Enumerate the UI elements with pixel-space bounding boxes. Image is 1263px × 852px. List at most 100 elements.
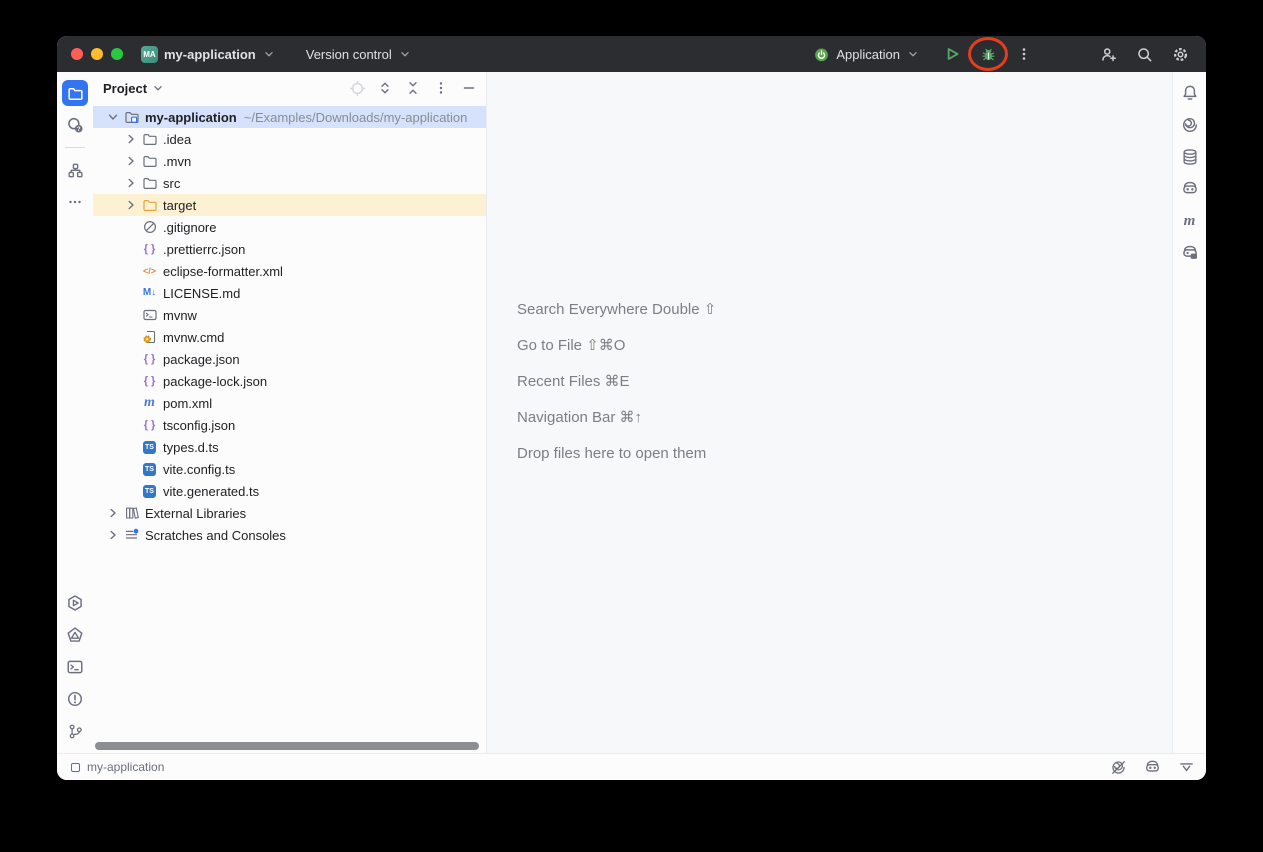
chevron-spacer xyxy=(123,395,139,411)
status-project-label[interactable]: my-application xyxy=(87,760,164,774)
structure-icon xyxy=(67,162,84,179)
folder-icon xyxy=(141,175,158,191)
tree-row[interactable]: mvnw xyxy=(93,304,486,326)
tree-row[interactable]: Scratches and Consoles xyxy=(93,524,486,546)
ai-assistant-status-button[interactable] xyxy=(1108,757,1128,777)
tree-row[interactable]: M↓LICENSE.md xyxy=(93,282,486,304)
more-tool-windows-button[interactable] xyxy=(62,189,88,215)
copilot-status-button[interactable] xyxy=(1142,757,1162,777)
commit-tool-window-button[interactable]: ? xyxy=(62,112,88,138)
more-actions-button[interactable] xyxy=(1010,40,1038,68)
project-status-icon xyxy=(71,763,80,772)
tree-item-label: package-lock.json xyxy=(163,374,267,389)
tree-row[interactable]: { }.prettierrc.json xyxy=(93,238,486,260)
run-configuration-widget[interactable]: Application xyxy=(805,42,928,67)
structure-tool-window-button[interactable] xyxy=(62,157,88,183)
tree-row[interactable]: my-application~/Examples/Downloads/my-ap… xyxy=(93,106,486,128)
tree-item-label: External Libraries xyxy=(145,506,246,521)
scratches-icon xyxy=(123,527,140,543)
chevron-down-icon[interactable] xyxy=(105,109,121,125)
tree-row[interactable]: { }tsconfig.json xyxy=(93,414,486,436)
tree-item-label: src xyxy=(163,176,180,191)
tree-row[interactable]: </>eclipse-formatter.xml xyxy=(93,260,486,282)
notifications-button[interactable] xyxy=(1178,81,1202,105)
collapse-all-button[interactable] xyxy=(402,77,424,99)
chevron-spacer xyxy=(123,461,139,477)
tree-item-label: package.json xyxy=(163,352,240,367)
code-with-me-button[interactable] xyxy=(1094,40,1122,68)
project-tree: my-application~/Examples/Downloads/my-ap… xyxy=(93,104,486,753)
vcs-widget[interactable]: Version control xyxy=(298,43,420,66)
ide-window: MA my-application Version control Applic… xyxy=(57,36,1206,780)
run-button[interactable] xyxy=(938,40,966,68)
tree-row[interactable]: { }package.json xyxy=(93,348,486,370)
panel-options-button[interactable] xyxy=(430,77,452,99)
chevron-spacer xyxy=(123,241,139,257)
tree-item-label: .prettierrc.json xyxy=(163,242,245,257)
settings-button[interactable] xyxy=(1166,40,1194,68)
chevron-right-icon[interactable] xyxy=(105,505,121,521)
window-controls xyxy=(71,48,123,60)
project-folder-icon xyxy=(123,109,140,125)
editor-empty-area[interactable]: Search Everywhere Double ⇧Go to File ⇧⌘O… xyxy=(487,72,1172,753)
problems-tool-window-button[interactable] xyxy=(62,686,88,712)
database-button[interactable] xyxy=(1178,145,1202,169)
terminal-icon xyxy=(66,658,84,676)
copilot-icon xyxy=(1144,759,1161,776)
folder-icon xyxy=(141,153,158,169)
tree-row[interactable]: TSvite.config.ts xyxy=(93,458,486,480)
copilot-chat-button[interactable] xyxy=(1178,241,1202,265)
minimize-window-button[interactable] xyxy=(91,48,103,60)
svg-text:?: ? xyxy=(77,127,81,133)
tree-row[interactable]: TStypes.d.ts xyxy=(93,436,486,458)
tree-row[interactable]: External Libraries xyxy=(93,502,486,524)
tree-row[interactable]: target xyxy=(93,194,486,216)
tree-item-label: eclipse-formatter.xml xyxy=(163,264,283,279)
tree-row[interactable]: TSvite.generated.ts xyxy=(93,480,486,502)
maximize-window-button[interactable] xyxy=(111,48,123,60)
terminal-tool-window-button[interactable] xyxy=(62,654,88,680)
tree-item-label: mvnw.cmd xyxy=(163,330,224,345)
tree-row[interactable]: .gitignore xyxy=(93,216,486,238)
collapse-all-icon xyxy=(405,80,421,96)
tree-row[interactable]: .mvn xyxy=(93,150,486,172)
chevron-right-icon[interactable] xyxy=(123,175,139,191)
tree-row[interactable]: { }package-lock.json xyxy=(93,370,486,392)
search-everywhere-button[interactable] xyxy=(1130,40,1158,68)
more-icon xyxy=(67,194,83,210)
tree-row[interactable]: .idea xyxy=(93,128,486,150)
chevron-right-icon[interactable] xyxy=(105,527,121,543)
chevron-spacer xyxy=(123,219,139,235)
close-window-button[interactable] xyxy=(71,48,83,60)
tree-row[interactable]: mpom.xml xyxy=(93,392,486,414)
git-tool-window-button[interactable] xyxy=(62,718,88,744)
project-panel-title: Project xyxy=(103,81,147,96)
status-bar: my-application xyxy=(57,753,1206,780)
chevron-right-icon[interactable] xyxy=(123,153,139,169)
project-widget[interactable]: MA my-application xyxy=(133,42,284,67)
chevron-right-icon[interactable] xyxy=(123,131,139,147)
chevron-spacer xyxy=(123,307,139,323)
services-tool-window-button[interactable] xyxy=(62,590,88,616)
filter-funnel-button[interactable] xyxy=(1176,757,1196,777)
shell-icon xyxy=(141,307,158,323)
chevron-spacer xyxy=(123,263,139,279)
tree-row[interactable]: mvnw.cmd xyxy=(93,326,486,348)
tree-item-path: ~/Examples/Downloads/my-application xyxy=(244,110,468,125)
endpoints-tool-window-button[interactable] xyxy=(62,622,88,648)
horizontal-scrollbar[interactable] xyxy=(95,742,479,750)
hide-panel-button[interactable] xyxy=(458,77,480,99)
expand-all-button[interactable] xyxy=(374,77,396,99)
title-bar: MA my-application Version control Applic… xyxy=(57,36,1206,72)
ai-assistant-button[interactable] xyxy=(1178,113,1202,137)
chevron-down-icon[interactable] xyxy=(151,81,165,95)
chevron-right-icon[interactable] xyxy=(123,197,139,213)
github-copilot-button[interactable] xyxy=(1178,177,1202,201)
bell-icon xyxy=(1181,84,1199,102)
debug-button[interactable] xyxy=(974,40,1002,68)
project-tool-window-button[interactable] xyxy=(62,80,88,106)
maven-button[interactable]: m xyxy=(1178,209,1202,233)
locate-file-button[interactable] xyxy=(346,77,368,99)
tree-row[interactable]: src xyxy=(93,172,486,194)
commit-icon: ? xyxy=(66,116,84,134)
